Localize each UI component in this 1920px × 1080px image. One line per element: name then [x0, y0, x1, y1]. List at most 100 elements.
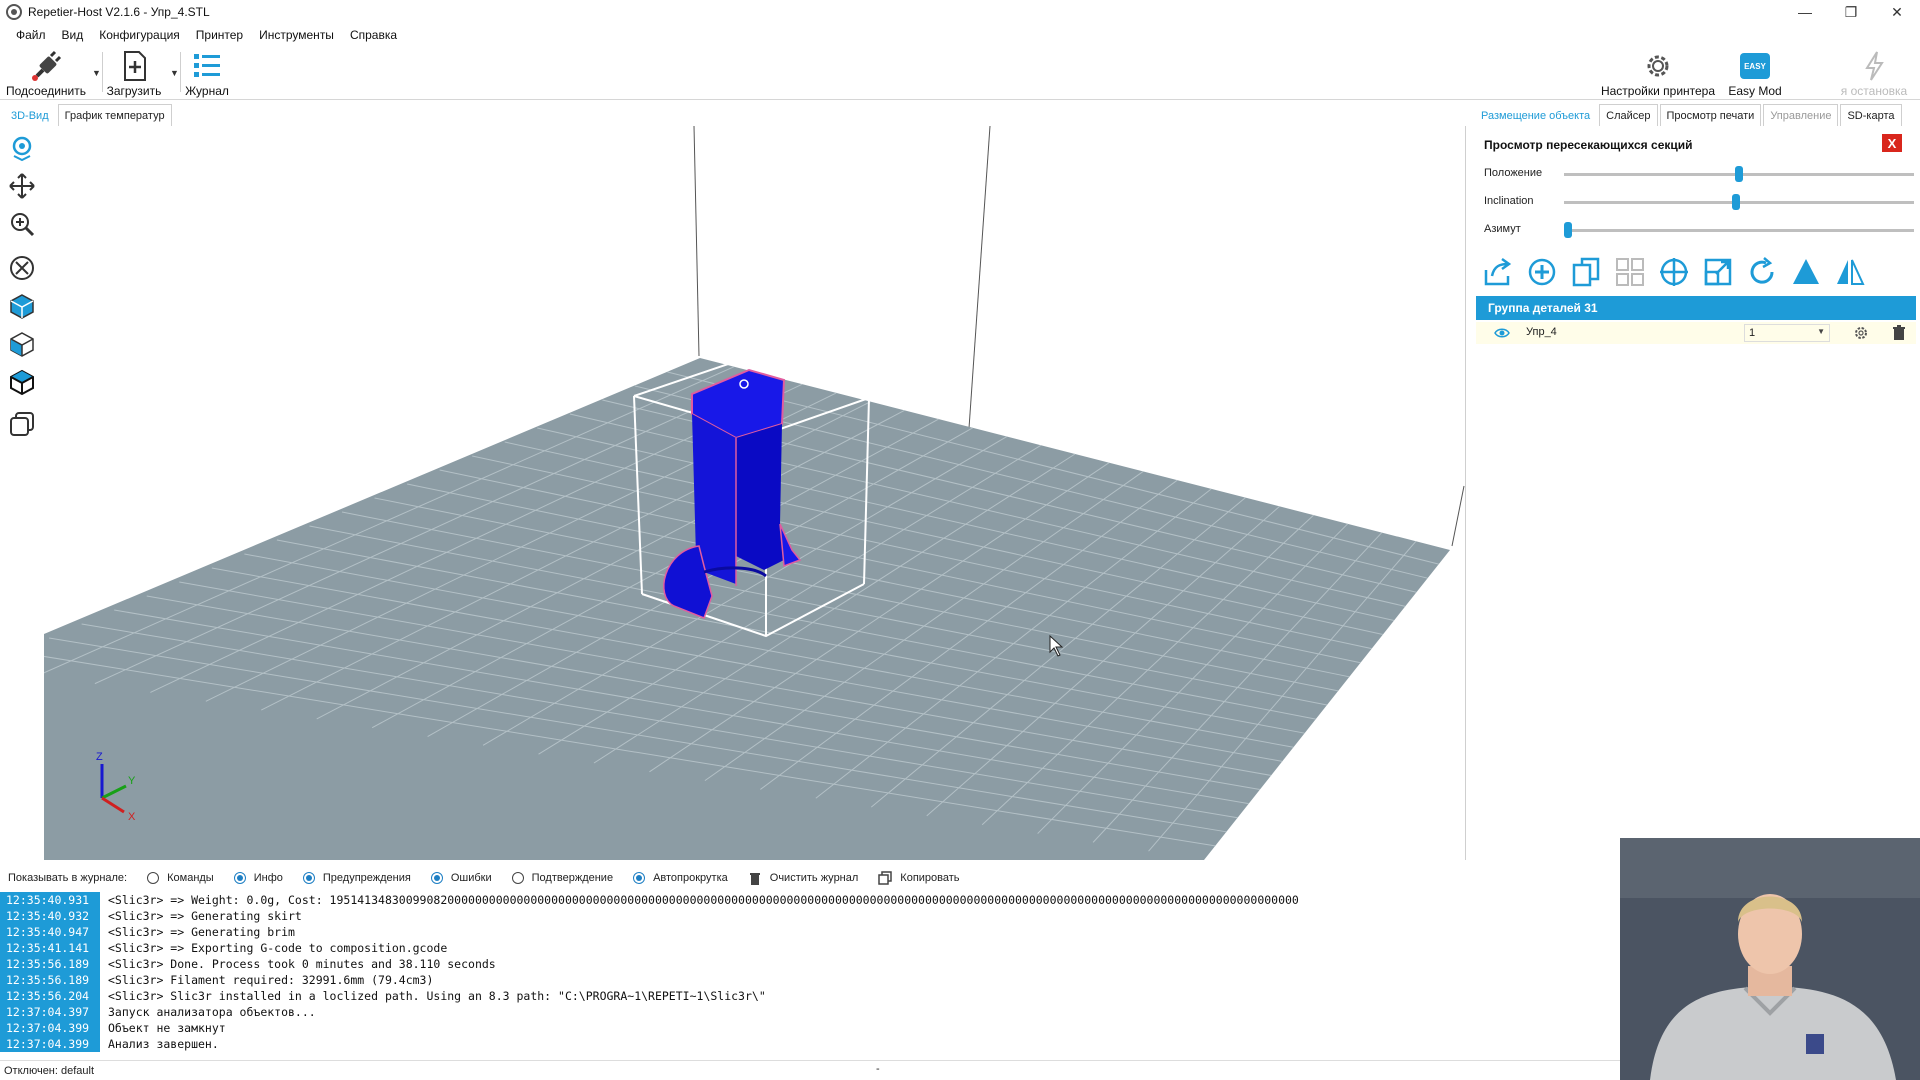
log-message: <Slic3r> Filament required: 32991.6mm (7… [108, 973, 434, 987]
menu-help[interactable]: Справка [342, 28, 405, 42]
radio-icon[interactable] [633, 872, 646, 884]
fit-view-icon[interactable] [6, 252, 38, 284]
log-timestamp: 12:35:56.189 [0, 972, 100, 988]
close-section-view-button[interactable]: X [1882, 134, 1902, 152]
build-volume-edge [1451, 485, 1465, 547]
log-option-warnings[interactable]: Предупреждения [302, 872, 411, 884]
window-controls: — ❐ ✕ [1782, 0, 1920, 24]
export-icon[interactable] [1480, 254, 1516, 290]
option-label: Ошибки [450, 872, 492, 884]
mirror-object-icon[interactable] [1832, 254, 1868, 290]
tab-print-preview[interactable]: Просмотр печати [1659, 104, 1762, 126]
slider-thumb[interactable] [1564, 222, 1572, 238]
slider-thumb[interactable] [1735, 166, 1743, 182]
menu-bar: Файл Вид Конфигурация Принтер Инструмент… [0, 24, 1920, 46]
emergency-stop-button[interactable]: я остановка [1828, 48, 1920, 98]
rotate-view-icon[interactable] [6, 132, 38, 164]
webcam-overlay [1620, 838, 1920, 1080]
emergency-stop-label: я остановка [1840, 84, 1908, 98]
view-tools [0, 126, 44, 860]
center-object-icon[interactable] [1656, 254, 1692, 290]
3d-viewport[interactable]: Z Y X [44, 126, 1466, 860]
easy-mode-button[interactable]: EASY Easy Mod [1722, 48, 1788, 98]
log-message: <Slic3r> => Exporting G-code to composit… [108, 941, 448, 955]
log-button[interactable]: Журнал [182, 48, 232, 98]
object-count-value: 1 [1749, 327, 1756, 339]
log-list[interactable]: 12:35:40.931 <Slic3r> => Weight: 0.0g, Co… [0, 892, 1620, 1052]
option-label: Команды [167, 872, 214, 884]
trash-icon [748, 871, 762, 885]
log-timestamp: 12:35:41.141 [0, 940, 100, 956]
radio-icon[interactable] [302, 872, 315, 884]
easy-mode-label: Easy Mod [1728, 84, 1782, 98]
slider-thumb[interactable] [1731, 194, 1740, 210]
scale-object-icon[interactable] [1700, 254, 1736, 290]
tab-temperature-graph[interactable]: График температур [57, 104, 172, 126]
menu-config[interactable]: Конфигурация [91, 28, 188, 42]
log-option-autoscroll[interactable]: Автопрокрутка [633, 872, 728, 884]
log-option-ack[interactable]: Подтверждение [511, 872, 614, 884]
object-row[interactable]: Упр_4 1 ▼ [1476, 322, 1916, 344]
autoposition-icon[interactable] [1612, 254, 1648, 290]
object-settings-icon[interactable] [1852, 324, 1870, 342]
copy-log-button[interactable]: Копировать [878, 871, 960, 885]
top-view-icon[interactable] [6, 366, 38, 398]
title-bar: Repetier-Host V2.1.6 - Упр_4.STL — ❐ ✕ [0, 0, 1920, 24]
radio-icon[interactable] [233, 872, 246, 884]
menu-file[interactable]: Файл [8, 28, 54, 42]
option-label: Предупреждения [322, 872, 411, 884]
log-option-commands[interactable]: Команды [147, 872, 214, 884]
option-label: Подтверждение [531, 872, 614, 884]
object-count-select[interactable]: 1 ▼ [1744, 324, 1830, 342]
log-timestamp: 12:37:04.399 [0, 1036, 100, 1052]
add-object-icon[interactable] [1524, 254, 1560, 290]
minimize-icon[interactable]: — [1782, 0, 1828, 24]
delete-object-icon[interactable] [1890, 324, 1908, 342]
menu-printer[interactable]: Принтер [188, 28, 251, 42]
front-view-icon[interactable] [6, 328, 38, 360]
move-view-icon[interactable] [6, 170, 38, 202]
connect-label: Подсоединить [5, 84, 87, 98]
slider-track[interactable] [1564, 229, 1914, 232]
load-dropdown-icon[interactable]: ▼ [170, 68, 179, 78]
log-row: 12:35:56.189 <Slic3r> Done. Process took … [0, 956, 1620, 972]
menu-view[interactable]: Вид [54, 28, 92, 42]
log-row: 12:35:56.189 <Slic3r> Filament required: … [0, 972, 1620, 988]
zoom-icon[interactable] [6, 208, 38, 240]
copy-log-label: Копировать [900, 872, 960, 884]
radio-icon[interactable] [511, 872, 524, 884]
log-filter-label: Показывать в журнале: [8, 872, 128, 884]
tab-sd-card[interactable]: SD-карта [1840, 104, 1902, 126]
tab-3d-view[interactable]: 3D-Вид [4, 104, 56, 126]
iso-view-icon[interactable] [6, 290, 38, 322]
radio-icon[interactable] [147, 872, 160, 884]
copies-view-icon[interactable] [6, 408, 38, 440]
connect-button[interactable]: Подсоединить [4, 48, 88, 98]
log-option-info[interactable]: Инфо [233, 872, 283, 884]
object-group-header[interactable]: Группа деталей 31 [1476, 296, 1916, 320]
rotate-object-icon[interactable] [1744, 254, 1780, 290]
connect-dropdown-icon[interactable]: ▼ [92, 68, 101, 78]
cut-object-icon[interactable] [1788, 254, 1824, 290]
tab-manual-control[interactable]: Управление [1763, 104, 1839, 126]
printer-settings-button[interactable]: Настройки принтера [1598, 48, 1718, 98]
log-timestamp: 12:35:40.932 [0, 908, 100, 924]
axis-x-label: X [128, 811, 136, 823]
log-option-errors[interactable]: Ошибки [430, 872, 492, 884]
maximize-icon[interactable]: ❐ [1828, 0, 1874, 24]
menu-tools[interactable]: Инструменты [251, 28, 342, 42]
load-label: Загрузить [106, 84, 162, 98]
log-message: <Slic3r> => Generating brim [108, 925, 295, 939]
axis-y-label: Y [128, 775, 136, 787]
object-placement-panel: Просмотр пересекающихся секций X Положен… [1472, 126, 1920, 860]
copy-object-icon[interactable] [1568, 254, 1604, 290]
load-button[interactable]: Загрузить [104, 48, 164, 98]
radio-icon[interactable] [430, 872, 443, 884]
clear-log-button[interactable]: Очистить журнал [748, 871, 858, 885]
tab-slicer[interactable]: Слайсер [1599, 104, 1658, 126]
close-window-icon[interactable]: ✕ [1874, 0, 1920, 24]
tab-object-placement[interactable]: Размещение объекта [1474, 104, 1598, 126]
easy-mode-icon: EASY [1740, 53, 1770, 79]
eye-icon[interactable] [1494, 326, 1510, 340]
log-timestamp: 12:35:40.931 [0, 892, 100, 908]
